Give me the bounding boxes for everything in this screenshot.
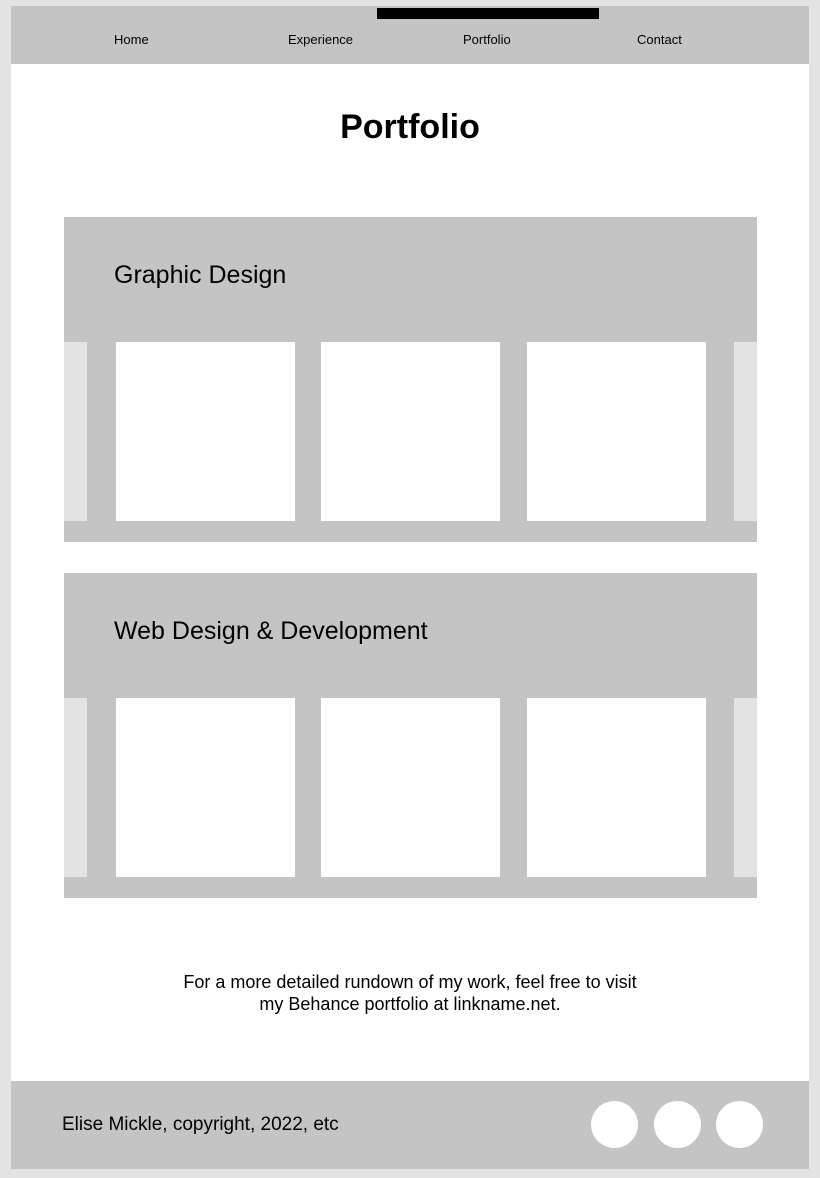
carousel-prev-peek[interactable] (64, 342, 87, 521)
social-icon[interactable] (591, 1101, 638, 1148)
social-icon[interactable] (716, 1101, 763, 1148)
behance-blurb: For a more detailed rundown of my work, … (183, 972, 637, 1014)
portfolio-thumbnail[interactable] (116, 698, 295, 877)
nav-item-home[interactable]: Home (114, 32, 149, 47)
nav-item-experience[interactable]: Experience (288, 32, 353, 47)
social-icon[interactable] (654, 1101, 701, 1148)
graphic-design-section: Graphic Design (64, 217, 757, 542)
portfolio-thumbnail[interactable] (116, 342, 295, 521)
copyright-text: Elise Mickle, copyright, 2022, etc (62, 1114, 339, 1135)
footer: Elise Mickle, copyright, 2022, etc (11, 1081, 809, 1169)
carousel-next-peek[interactable] (734, 342, 757, 521)
page-title: Portfolio (340, 108, 480, 146)
carousel-next-peek[interactable] (734, 698, 757, 877)
page: Home Experience Portfolio Contact Portfo… (11, 6, 809, 1169)
carousel-prev-peek[interactable] (64, 698, 87, 877)
portfolio-thumbnail[interactable] (527, 342, 706, 521)
top-nav: Home Experience Portfolio Contact (11, 6, 809, 64)
portfolio-thumbnail[interactable] (321, 342, 500, 521)
portfolio-thumbnail[interactable] (527, 698, 706, 877)
section-title: Web Design & Development (114, 617, 428, 645)
nav-item-portfolio[interactable]: Portfolio (463, 32, 511, 47)
section-title: Graphic Design (114, 261, 287, 289)
portfolio-thumbnail[interactable] (321, 698, 500, 877)
web-design-section: Web Design & Development (64, 573, 757, 898)
nav-item-contact[interactable]: Contact (637, 32, 682, 47)
active-nav-indicator (377, 8, 599, 19)
